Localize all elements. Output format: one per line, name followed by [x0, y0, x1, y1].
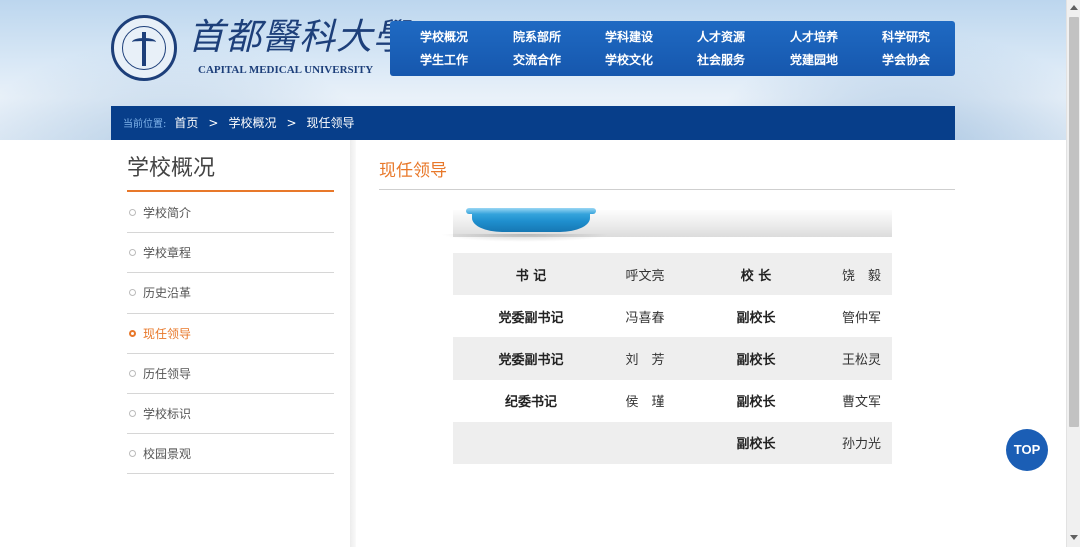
name-cell: 王松灵 [831, 337, 892, 380]
sidebar-item-label: 学校简介 [143, 206, 192, 220]
role-cell: 校 长 [681, 253, 831, 296]
nav-item-talent-training[interactable]: 人才培养 [779, 29, 849, 45]
name-cell: 管仲军 [841, 310, 881, 326]
sidebar-item-introduction[interactable]: 学校简介 [127, 193, 334, 234]
role-cell: 党委副书记 [453, 337, 609, 380]
bullet-icon [129, 209, 136, 216]
name-cell: 呼文亮 [609, 253, 681, 296]
title-divider [379, 189, 955, 190]
bullet-icon [129, 329, 136, 337]
nav-item-culture[interactable]: 学校文化 [594, 52, 664, 68]
nav-item-student-affairs[interactable]: 学生工作 [409, 52, 479, 68]
role-cell: 书 记 [453, 253, 609, 296]
breadcrumb: 当前位置: 首页 > 学校概况 > 现任领导 [111, 106, 955, 140]
name-cell: 孙力光 [831, 421, 892, 464]
sidebar-item-campus[interactable]: 校园景观 [127, 434, 334, 475]
sidebar-item-current-leaders[interactable]: 现任领导 [127, 314, 334, 354]
name-cell: 刘 芳 [609, 337, 681, 380]
university-seal-icon[interactable] [111, 15, 177, 81]
nav-item-overview[interactable]: 学校概况 [409, 29, 479, 45]
leaders-table: 书 记 呼文亮 校 长 饶 毅 党委副书记 冯喜春 副校长 管仲军 党委副书记 … [453, 253, 892, 464]
bullet-icon [129, 289, 136, 297]
sidebar-title: 学校概况 [127, 152, 334, 192]
breadcrumb-home[interactable]: 首页 [174, 116, 198, 130]
nav-item-disciplines[interactable]: 学科建设 [594, 29, 664, 45]
ribbon-lip [466, 208, 596, 214]
role-cell [453, 421, 609, 464]
role-cell: 副校长 [736, 310, 776, 326]
sidebar-menu: 学校简介 学校章程 历史沿革 现任领导 历任领导 学校标识 校园景观 [127, 193, 334, 475]
seal-staff [142, 32, 146, 66]
nav-item-talent-resources[interactable]: 人才资源 [686, 29, 756, 45]
role-cell: 党委副书记 [498, 310, 564, 326]
name-cell [609, 421, 681, 464]
nav-item-social-service[interactable]: 社会服务 [686, 52, 756, 68]
table-row: 副校长 孙力光 [453, 421, 892, 464]
role-cell: 副校长 [681, 421, 831, 464]
ribbon-tab-icon [466, 208, 596, 232]
scrollbar[interactable] [1066, 0, 1080, 547]
sidebar-item-label: 现任领导 [143, 326, 192, 341]
scroll-down-arrow-icon[interactable] [1070, 535, 1078, 540]
table-row: 党委副书记 刘 芳 副校长 王松灵 [453, 337, 892, 380]
name-cell: 冯喜春 [625, 310, 665, 326]
scrollbar-thumb[interactable] [1069, 17, 1079, 427]
banner-shadow [440, 234, 610, 242]
name-cell: 曹文军 [841, 395, 881, 411]
nav-item-exchange[interactable]: 交流合作 [502, 52, 572, 68]
role-cell: 副校长 [681, 337, 831, 380]
breadcrumb-current: 现任领导 [306, 116, 355, 130]
name-cell: 侯 瑾 [625, 395, 665, 411]
nav-item-party-building[interactable]: 党建园地 [779, 52, 849, 68]
breadcrumb-separator: > [208, 116, 219, 130]
sidebar-item-label: 校园景观 [143, 447, 192, 462]
bullet-icon [129, 409, 136, 417]
bullet-icon [129, 450, 136, 458]
sidebar-item-label: 学校标识 [143, 406, 192, 421]
breadcrumb-overview[interactable]: 学校概况 [228, 116, 276, 130]
main-nav: 学校概况 院系部所 学科建设 人才资源 人才培养 科学研究 学生工作 交流合作 … [390, 21, 955, 76]
logo-title[interactable]: 首都醫科大學 [188, 16, 409, 60]
table-row: 党委副书记 冯喜春 副校长 管仲军 [453, 295, 892, 337]
table-row: 纪委书记 侯 瑾 副校长 曹文军 [453, 380, 892, 422]
sidebar-item-former-leaders[interactable]: 历任领导 [127, 354, 334, 394]
sidebar-item-charter[interactable]: 学校章程 [127, 233, 334, 274]
nav-item-departments[interactable]: 院系部所 [502, 29, 572, 45]
sidebar-item-identity[interactable]: 学校标识 [127, 394, 334, 435]
role-cell: 副校长 [736, 395, 776, 411]
sidebar-item-history[interactable]: 历史沿革 [127, 273, 334, 314]
nav-item-research[interactable]: 科学研究 [871, 29, 941, 45]
bullet-icon [129, 369, 136, 377]
sidebar-item-label: 历史沿革 [143, 286, 192, 301]
back-to-top-button[interactable]: TOP [1006, 429, 1048, 471]
nav-item-associations[interactable]: 学会协会 [871, 52, 941, 68]
role-cell: 纪委书记 [504, 395, 557, 411]
sidebar-item-label: 学校章程 [143, 246, 192, 261]
sidebar-item-label: 历任领导 [143, 366, 192, 381]
breadcrumb-prefix: 当前位置: [123, 119, 167, 130]
table-row: 书 记 呼文亮 校 长 饶 毅 [453, 253, 892, 296]
breadcrumb-separator: > [286, 116, 297, 130]
name-cell: 饶 毅 [831, 253, 892, 296]
sidebar-divider [350, 140, 356, 547]
logo-english-name: CAPITAL MEDICAL UNIVERSITY [198, 64, 374, 76]
scroll-up-arrow-icon[interactable] [1070, 5, 1078, 10]
bullet-icon [129, 249, 136, 257]
page-title: 现任领导 [379, 161, 447, 181]
